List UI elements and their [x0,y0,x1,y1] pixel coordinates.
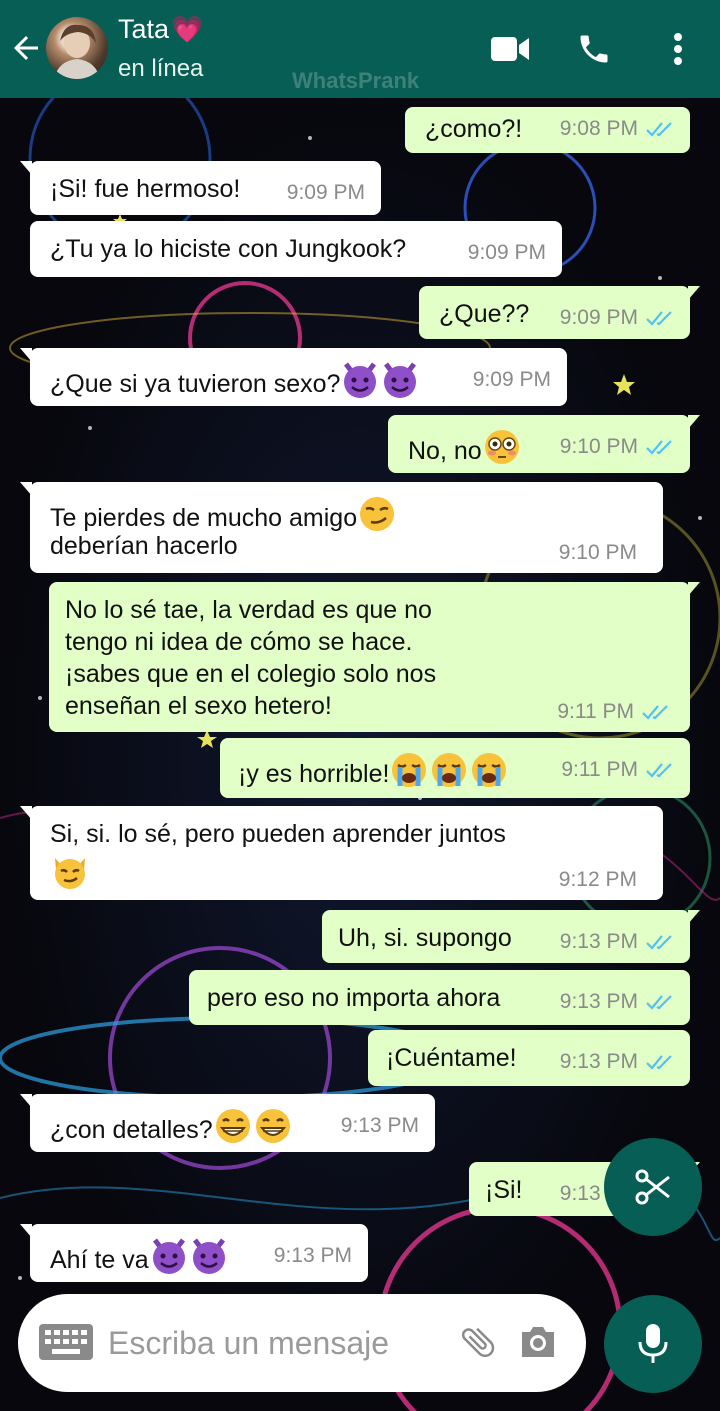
double-check-icon [646,440,672,455]
message-text: Uh, si. supongo [338,924,512,952]
message-text: ¡y es horrible! [238,760,390,788]
attach-icon[interactable] [458,1322,498,1362]
message-outgoing[interactable]: ¿Que?? 9:09 PM [419,286,700,339]
contact-status: en línea [118,55,204,82]
message-meta: 9:11 PM [557,700,670,724]
camera-icon[interactable] [518,1322,558,1362]
message-incoming[interactable]: ¡Si! fue hermoso! 9:09 PM [20,161,381,215]
smiling-imp-emoji-icon [384,362,417,398]
message-time: 9:10 PM [558,541,637,564]
message-time: 9:08 PM [559,117,638,140]
grin-emoji-icon [255,1109,290,1143]
message-time: 9:13 PM [559,1050,638,1073]
heart-emoji-icon: 💗 [171,14,204,44]
message-outgoing[interactable]: ¡Cuéntame! 9:13 PM [368,1030,690,1086]
message-text: ¡Si! fue hermoso! [50,175,241,203]
message-time: 9:13 PM [340,1114,419,1137]
message-time: 9:11 PM [557,700,634,723]
message-text: pero eso no importa ahora [207,984,501,1012]
message-text-line: No lo sé tae, la verdad es que no [65,596,432,624]
message-time: 9:13 PM [273,1244,352,1267]
message-time: 9:09 PM [559,306,638,329]
message-text: Te pierdes de mucho amigo [50,504,358,532]
message-meta: 9:09 PM [560,306,674,330]
double-check-icon [646,935,672,950]
message-text-line: tengo ni idea de cómo se hace. [65,628,413,656]
contact-name[interactable]: Tata💗 [118,14,203,45]
message-text-line: deberían hacerlo [50,532,238,560]
message-incoming[interactable]: ¿Que si ya tuvieron sexo? 9:09 PM [20,348,567,406]
double-check-icon [646,122,672,137]
message-incoming[interactable]: Ahí te va 9:13 PM [20,1224,368,1282]
double-check-icon [646,763,672,778]
sob-emoji-icon [432,753,467,787]
message-outgoing[interactable]: No, no 9:10 PM [388,415,700,473]
message-text-line: ¡sabes que en el colegio solo nos [65,660,437,688]
double-check-icon [642,705,668,720]
message-text: ¿como?! [425,115,523,143]
message-text: ¿Que si ya tuvieron sexo? [50,370,341,398]
message-time: 9:13 PM [559,930,638,953]
smiling-imp-emoji-icon [192,1238,225,1274]
message-text: No, no [408,437,482,465]
message-meta: 9:13 PM [560,990,674,1014]
message-meta: 9:08 PM [560,117,674,141]
message-text: ¿Tu ya lo hiciste con Jungkook? [50,235,407,263]
smiling-imp-emoji-icon [344,362,377,398]
message-meta: 9:10 PM [560,435,674,459]
message-outgoing[interactable]: ¿como?! 9:08 PM [405,107,690,153]
message-meta: 9:11 PM [561,758,674,782]
smirk-emoji-icon [360,497,395,531]
message-input[interactable]: Escriba un mensaje [108,1325,389,1362]
scissors-icon [635,1169,670,1205]
message-incoming[interactable]: ¿Tu ya lo hiciste con Jungkook? 9:09 PM [30,221,562,277]
flushed-emoji-icon [484,430,519,464]
double-check-icon [646,1055,672,1070]
double-check-icon [646,995,672,1010]
sob-emoji-icon [472,753,507,787]
avatar[interactable] [46,17,108,79]
smirk-cat-emoji-icon [55,858,85,889]
message-text: ¡Cuéntame! [386,1044,517,1072]
chat-header: Tata💗 en línea WhatsPrank [0,0,720,98]
message-time: 9:10 PM [559,435,638,458]
message-text: ¿Que?? [439,300,530,328]
message-outgoing[interactable]: Uh, si. supongo 9:13 PM [322,910,700,963]
message-text: ¡Si! [485,1176,523,1204]
message-meta: 9:13 PM [560,1050,674,1074]
contact-name-text: Tata [118,14,170,44]
more-vert-icon[interactable] [664,30,692,68]
message-text: Ahí te va [50,1246,149,1274]
message-incoming[interactable]: ¿con detalles? 9:13 PM [20,1094,435,1152]
scissors-button[interactable] [604,1138,702,1236]
back-arrow-icon[interactable] [8,30,44,66]
double-check-icon [646,311,672,326]
message-outgoing[interactable]: ¡y es horrible! 9:11 PM [220,738,690,798]
smiling-imp-emoji-icon [152,1238,185,1274]
message-text: ¿con detalles? [50,1116,213,1144]
mic-icon [638,1324,668,1363]
message-outgoing[interactable]: pero eso no importa ahora 9:13 PM [189,970,690,1025]
message-time: 9:09 PM [472,368,551,391]
video-call-icon[interactable] [490,34,530,64]
message-incoming[interactable]: Te pierdes de mucho amigo deberían hacer… [20,482,663,573]
mic-button[interactable] [604,1295,702,1393]
sob-emoji-icon [392,753,427,787]
message-incoming[interactable]: Si, si. lo sé, pero pueden aprender junt… [20,806,663,900]
message-text-line: Te pierdes de mucho amigo [50,494,647,534]
watermark: WhatsPrank [292,68,420,93]
message-time: 9:09 PM [467,241,546,264]
message-outgoing[interactable]: No lo sé tae, la verdad es que no tengo … [49,582,700,732]
message-time: 9:11 PM [561,758,638,781]
message-input-bar[interactable]: Escriba un mensaje [18,1294,586,1392]
phone-icon[interactable] [576,31,612,67]
message-time: 9:09 PM [286,181,365,204]
message-time: 9:13 PM [559,990,638,1013]
message-text-line: Si, si. lo sé, pero pueden aprender junt… [50,820,506,848]
keyboard-icon[interactable] [38,1322,94,1362]
message-time: 9:12 PM [558,868,637,891]
message-meta: 9:13 PM [560,930,674,954]
grin-emoji-icon [215,1109,250,1143]
